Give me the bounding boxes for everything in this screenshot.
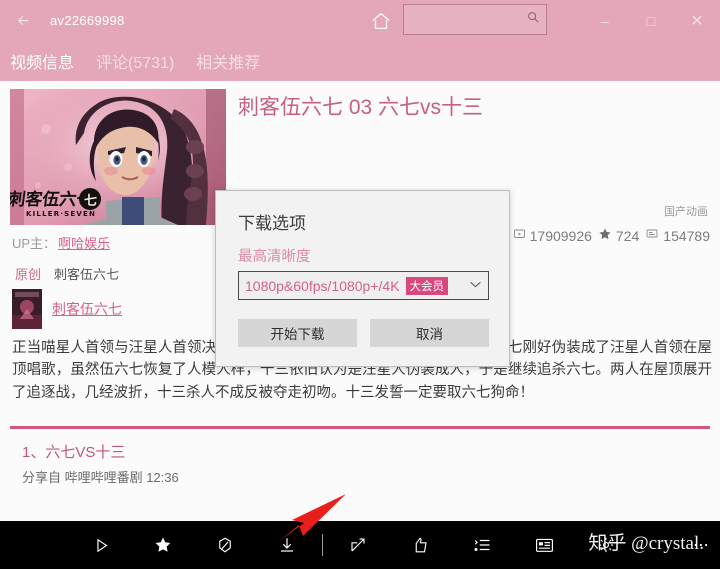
play-icon <box>96 538 107 552</box>
vip-badge: 大会员 <box>405 276 449 295</box>
toolbar-captions-button[interactable] <box>513 521 575 569</box>
star-icon <box>155 537 171 552</box>
tab-recommended[interactable]: 相关推荐 <box>196 49 260 73</box>
coin-icon <box>219 537 231 553</box>
stat-views-value: 17909926 <box>529 227 592 244</box>
back-arrow-icon <box>17 15 28 26</box>
window-controls: – □ ✕ <box>582 0 720 41</box>
uploader-name-link[interactable]: 啊哈娱乐 <box>58 233 110 252</box>
star-icon <box>598 227 612 244</box>
home-icon <box>372 12 390 29</box>
tab-bar: 视频信息 评论(5731) 相关推荐 <box>0 41 720 81</box>
stat-danmaku-value: 154789 <box>663 227 710 244</box>
category-tag: 国产动画 <box>664 206 708 218</box>
quality-select-value: 1080p&60fps/1080p+/4K <box>245 277 400 294</box>
list-icon <box>474 539 490 552</box>
red-arrow-icon <box>278 494 346 542</box>
thumbs-up-icon <box>415 537 427 553</box>
section-divider <box>10 426 710 429</box>
episode-subtitle: 分享自 哔哩哔哩番剧 12:36 <box>22 470 179 485</box>
toolbar-play-button[interactable] <box>70 521 132 569</box>
title-bar: av22669998 – □ ✕ <box>0 0 720 41</box>
tag-row: 原创 刺客伍六七 <box>12 263 119 284</box>
toolbar-like-button[interactable] <box>389 521 451 569</box>
watermark-text: 知乎 @crystal. <box>588 533 704 554</box>
toolbar-playlist-button[interactable] <box>451 521 513 569</box>
red-arrow-annotation <box>258 492 350 549</box>
danmaku-icon <box>645 228 659 243</box>
home-button[interactable] <box>368 8 394 34</box>
stat-views: 17909926 <box>513 228 592 244</box>
tab-video-info[interactable]: 视频信息 <box>10 49 74 73</box>
close-button[interactable]: ✕ <box>674 0 720 41</box>
download-options-dialog: 下载选项 最高清晰度 1080p&60fps/1080p+/4K 大会员 开始下… <box>215 190 510 367</box>
thumbnail-artwork: 刺客伍六七 七 KILLER·SEVEN <box>10 89 226 225</box>
search-input[interactable] <box>403 4 547 35</box>
series-name-link[interactable]: 刺客伍六七 <box>52 299 122 319</box>
caption-icon <box>535 538 553 552</box>
minimize-button[interactable]: – <box>582 0 628 41</box>
quality-field-label: 最高清晰度 <box>238 249 311 265</box>
series-cover-art <box>12 289 42 329</box>
svg-text:KILLER·SEVEN: KILLER·SEVEN <box>26 210 96 218</box>
tab-comments[interactable]: 评论(5731) <box>96 49 174 73</box>
video-stats: 17909926 724 154789 <box>513 227 710 244</box>
search-icon <box>526 10 540 29</box>
back-button[interactable] <box>0 0 46 41</box>
stat-favorites: 724 <box>598 227 639 244</box>
tag-series[interactable]: 刺客伍六七 <box>54 264 119 283</box>
series-row[interactable]: 刺客伍六七 <box>12 289 122 329</box>
uploader-label: UP主： <box>12 236 57 251</box>
cancel-button[interactable]: 取消 <box>370 319 489 347</box>
start-download-button[interactable]: 开始下载 <box>238 319 357 347</box>
chevron-down-icon <box>469 280 482 292</box>
episode-title[interactable]: 1、六七VS十三 <box>22 441 125 462</box>
window-title: av22669998 <box>50 13 125 28</box>
dialog-title: 下载选项 <box>238 214 306 233</box>
uploader-row: UP主： 啊哈娱乐 <box>12 233 110 252</box>
toolbar-favorite-button[interactable] <box>132 521 194 569</box>
tag-original[interactable]: 原创 <box>12 263 44 284</box>
video-title: 刺客伍六七 03 六七vs十三 <box>238 96 484 119</box>
video-thumbnail[interactable]: 刺客伍六七 七 KILLER·SEVEN <box>10 89 226 225</box>
stat-favorites-value: 724 <box>615 227 640 244</box>
maximize-button[interactable]: □ <box>628 0 674 41</box>
svg-text:七: 七 <box>84 194 97 209</box>
series-cover-thumbnail[interactable] <box>12 289 42 329</box>
toolbar-coin-button[interactable] <box>194 521 256 569</box>
share-icon <box>351 538 365 552</box>
quality-select[interactable]: 1080p&60fps/1080p+/4K 大会员 <box>238 271 489 300</box>
play-count-icon <box>513 228 526 243</box>
app-window: av22669998 – □ ✕ 视频信息 评论(5731) 相关推荐 刺客伍六… <box>0 0 720 569</box>
stat-danmaku: 154789 <box>645 228 710 244</box>
